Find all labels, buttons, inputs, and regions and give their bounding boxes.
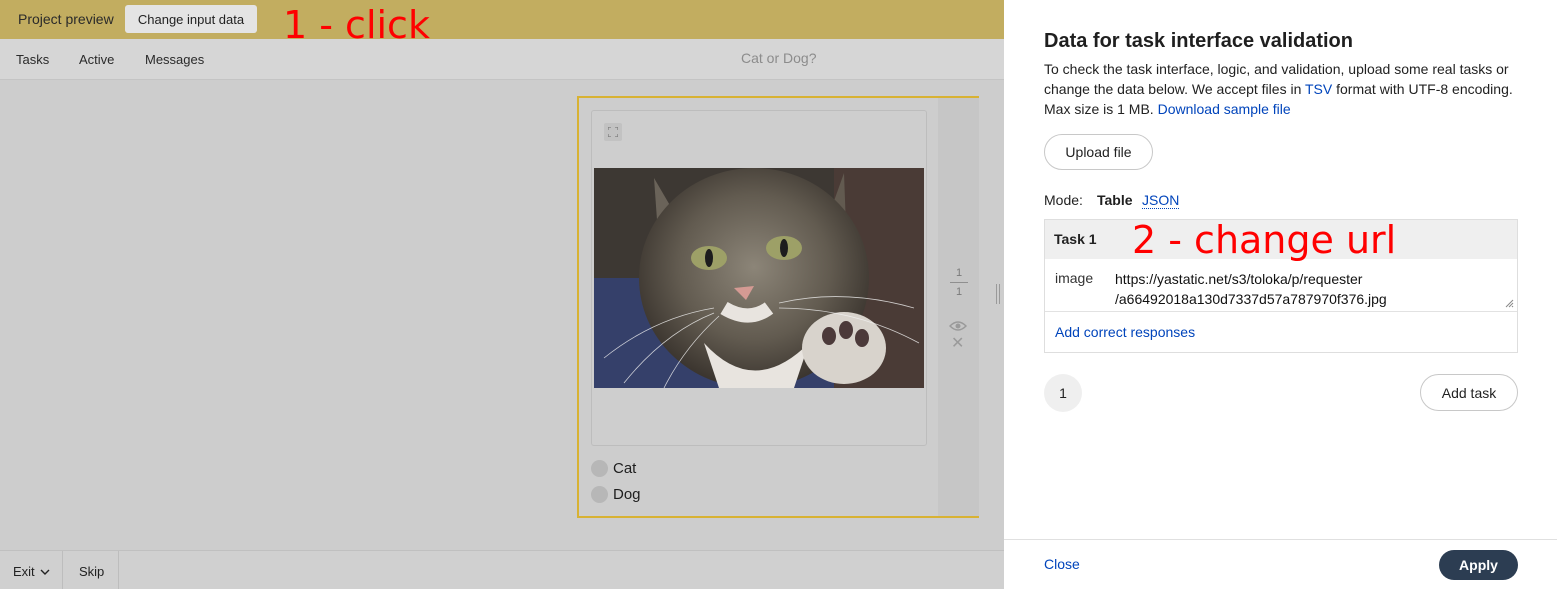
preview-navbar: Tasks Active Messages Cat or Dog? — [0, 39, 1004, 80]
skip-label: Skip — [79, 564, 105, 579]
panel-resize-handle[interactable] — [996, 284, 1000, 304]
preview-bottombar: Exit Skip — [0, 550, 1004, 589]
expand-icon[interactable] — [604, 123, 622, 141]
exit-label: Exit — [13, 564, 35, 579]
upload-file-button[interactable]: Upload file — [1044, 134, 1153, 170]
nav-messages[interactable]: Messages — [145, 52, 204, 67]
download-sample-link[interactable]: Download sample file — [1158, 101, 1291, 117]
tsv-link[interactable]: TSV — [1305, 81, 1332, 97]
annotation-step-1: 1 - click — [283, 3, 430, 47]
option-label: Cat — [613, 460, 637, 477]
input-data-panel: Data for task interface validation To ch… — [1004, 0, 1557, 589]
preview-title: Project preview — [18, 11, 114, 27]
skip-button[interactable]: Skip — [64, 551, 119, 589]
page-number-badge[interactable]: 1 — [1044, 374, 1082, 412]
project-preview-area: Project preview Change input data Tasks … — [0, 0, 1004, 589]
preview-topbar: Project preview Change input data — [0, 0, 1004, 39]
field-name: image — [1055, 270, 1094, 286]
exit-button[interactable]: Exit — [0, 551, 63, 589]
panel-footer-divider — [1004, 539, 1557, 540]
chevron-down-icon — [40, 569, 50, 575]
field-row-image: image https://yastatic.net/s3/toloka/p/r… — [1045, 259, 1517, 312]
option-cat[interactable]: Cat — [591, 460, 636, 477]
task-image-frame — [591, 110, 927, 446]
annotation-step-2: 2 - change url — [1132, 218, 1397, 262]
panel-description: To check the task interface, logic, and … — [1044, 61, 1513, 117]
option-dog[interactable]: Dog — [591, 486, 641, 503]
pager-total: 1 — [955, 286, 963, 298]
nav-tasks[interactable]: Tasks — [16, 52, 49, 67]
close-icon[interactable]: ✕ — [951, 336, 964, 352]
add-task-button[interactable]: Add task — [1420, 374, 1518, 411]
mode-table-tab[interactable]: Table — [1097, 192, 1133, 208]
task-side-strip: 1 1 ✕ — [938, 98, 979, 516]
radio-icon[interactable] — [591, 486, 608, 503]
resize-grip-icon[interactable] — [1505, 299, 1514, 308]
option-label: Dog — [613, 486, 641, 503]
mode-label: Mode: — [1044, 192, 1083, 208]
add-correct-responses-link[interactable]: Add correct responses — [1055, 324, 1195, 340]
panel-title: Data for task interface validation — [1044, 30, 1353, 52]
apply-button[interactable]: Apply — [1439, 550, 1518, 580]
nav-active[interactable]: Active — [79, 52, 114, 67]
project-name: Cat or Dog? — [741, 50, 817, 66]
change-input-data-button[interactable]: Change input data — [125, 5, 257, 33]
image-url-field[interactable]: https://yastatic.net/s3/toloka/p/request… — [1115, 269, 1511, 309]
pager-current: 1 — [955, 267, 963, 279]
radio-icon[interactable] — [591, 460, 608, 477]
task-card: 1 1 ✕ Cat Dog — [577, 96, 979, 518]
task-pager: 1 1 — [950, 266, 968, 299]
cat-image — [594, 168, 924, 388]
mode-json-tab[interactable]: JSON — [1142, 192, 1180, 209]
close-link[interactable]: Close — [1044, 556, 1080, 572]
